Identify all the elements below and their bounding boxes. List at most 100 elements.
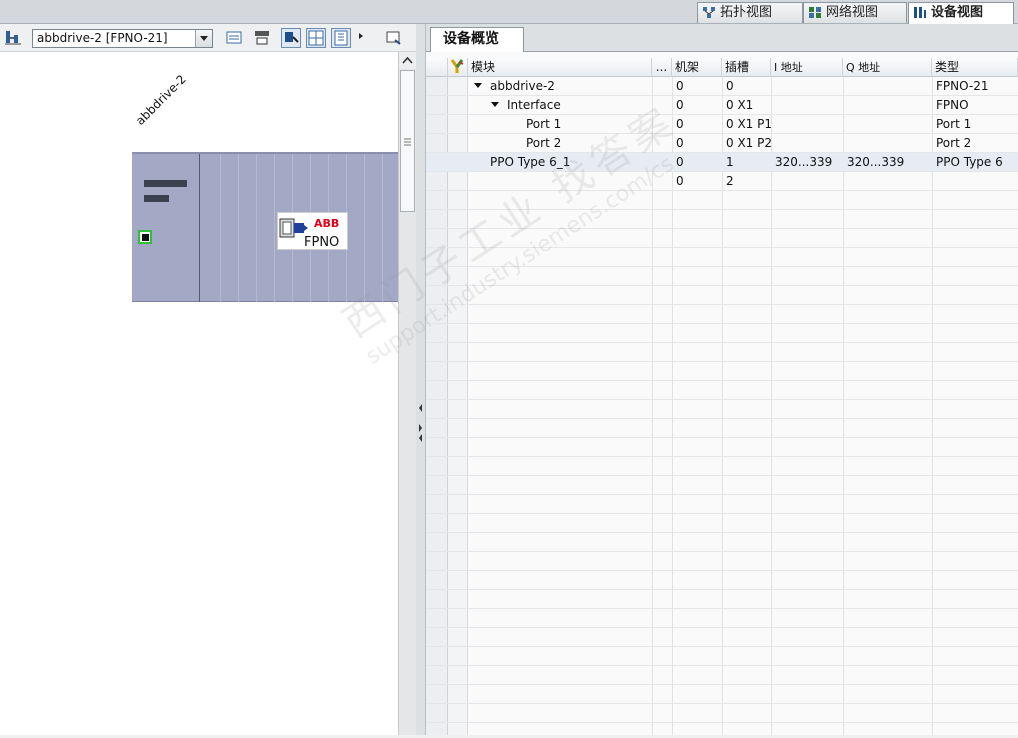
head-module[interactable] <box>132 154 200 302</box>
device-view-pane: abbdrive-2 [FPNO-21] abbdrive-2 ABB FPNO <box>0 24 416 735</box>
header-i-address[interactable]: I 地址 <box>771 58 843 77</box>
empty-row[interactable] <box>426 229 1018 248</box>
properties-icon <box>386 31 401 45</box>
empty-row[interactable] <box>426 210 1018 229</box>
table-row[interactable]: abbdrive-2 0 0 FPNO-21 <box>426 77 1018 96</box>
go-to-network-button[interactable] <box>3 28 23 48</box>
slot-divider <box>382 154 383 302</box>
header-corner[interactable] <box>426 58 448 77</box>
show-address-labels-button[interactable] <box>224 28 244 48</box>
empty-row[interactable] <box>426 609 1018 628</box>
empty-row[interactable] <box>426 495 1018 514</box>
empty-row[interactable] <box>426 324 1018 343</box>
slot-divider <box>274 154 275 302</box>
tab-device-label: 设备视图 <box>931 5 984 20</box>
tab-device-view[interactable]: 设备视图 <box>908 2 1014 24</box>
scroll-thumb[interactable] <box>400 70 415 212</box>
device-canvas[interactable]: abbdrive-2 ABB FPNO <box>0 52 398 735</box>
header-module[interactable]: 模块 <box>468 58 652 77</box>
fpno-module-tile[interactable]: ABB FPNO <box>277 212 348 250</box>
device-selector-value: abbdrive-2 [FPNO-21] <box>37 31 168 45</box>
cell-rack: 0 <box>676 155 684 169</box>
cell-q-address <box>847 77 932 96</box>
scroll-up-button[interactable] <box>399 52 416 69</box>
empty-row[interactable] <box>426 267 1018 286</box>
canvas-vertical-scrollbar[interactable] <box>398 52 416 735</box>
empty-row[interactable] <box>426 286 1018 305</box>
table-row[interactable]: 0 2 <box>426 172 1018 191</box>
empty-row[interactable] <box>426 571 1018 590</box>
table-row-selected[interactable]: PPO Type 6_1 0 1 320...339 320...339 PPO… <box>426 153 1018 172</box>
cell-rack: 0 <box>676 98 684 112</box>
expand-triangle-icon[interactable] <box>491 102 499 107</box>
empty-row[interactable] <box>426 685 1018 704</box>
empty-row[interactable] <box>426 628 1018 647</box>
cell-i-address <box>775 172 843 191</box>
header-more[interactable]: ... <box>652 58 672 77</box>
device-selector-dropdown[interactable]: abbdrive-2 [FPNO-21] <box>32 29 213 48</box>
empty-row[interactable] <box>426 647 1018 666</box>
header-q-address[interactable]: Q 地址 <box>843 58 932 77</box>
header-status[interactable] <box>448 58 468 77</box>
tab-network-label: 网络视图 <box>826 5 879 20</box>
empty-row[interactable] <box>426 514 1018 533</box>
empty-row[interactable] <box>426 419 1018 438</box>
empty-row[interactable] <box>426 362 1018 381</box>
tab-topology-view[interactable]: 拓扑视图 <box>697 2 803 23</box>
empty-row[interactable] <box>426 191 1018 210</box>
chevron-right-icon <box>359 33 363 39</box>
show-cabling-button[interactable] <box>281 28 301 48</box>
view-tab-bar: 拓扑视图 网络视图 设备视图 <box>0 0 1018 24</box>
ethernet-port-icon[interactable] <box>138 230 152 244</box>
empty-row[interactable] <box>426 533 1018 552</box>
cell-q-address <box>847 115 932 134</box>
empty-row[interactable] <box>426 381 1018 400</box>
cell-slot: 0 X1 <box>726 98 754 112</box>
empty-row[interactable] <box>426 343 1018 362</box>
device-rack[interactable]: ABB FPNO <box>132 152 398 302</box>
overview-tab-bar: 设备概览 <box>426 24 1018 52</box>
network-link-icon <box>5 31 21 45</box>
empty-row[interactable] <box>426 704 1018 723</box>
toolbar-more-button[interactable] <box>355 28 367 48</box>
cell-type: FPNO-21 <box>936 79 989 93</box>
empty-row[interactable] <box>426 305 1018 324</box>
cell-module: abbdrive-2 <box>474 77 652 96</box>
slot-divider <box>220 154 221 302</box>
pane-splitter[interactable] <box>416 24 426 735</box>
empty-row[interactable] <box>426 476 1018 495</box>
table-row[interactable]: Port 2 0 0 X1 P2 Port 2 <box>426 134 1018 153</box>
cell-module: Port 2 <box>526 136 562 150</box>
head-module-bar <box>144 180 187 187</box>
fpno-module-icon: ABB FPNO <box>279 217 339 250</box>
tab-device-overview[interactable]: 设备概览 <box>430 27 524 52</box>
empty-row[interactable] <box>426 457 1018 476</box>
cell-module: Interface <box>491 96 652 115</box>
page-view-button[interactable] <box>331 28 351 48</box>
header-slot[interactable]: 插槽 <box>722 58 771 77</box>
expand-triangle-icon[interactable] <box>474 83 482 88</box>
empty-row[interactable] <box>426 248 1018 267</box>
page-icon <box>334 30 348 46</box>
header-type[interactable]: 类型 <box>932 58 1018 77</box>
device-properties-button[interactable] <box>384 28 404 48</box>
splitter-arrows-icon <box>419 404 422 442</box>
cell-slot: 0 X1 P1 <box>726 117 771 131</box>
header-rack[interactable]: 机架 <box>672 58 722 77</box>
dropdown-arrow[interactable] <box>195 30 212 47</box>
empty-row[interactable] <box>426 400 1018 419</box>
cell-type: FPNO <box>936 98 969 112</box>
module-name: abbdrive-2 <box>490 79 555 93</box>
cabling-icon <box>285 32 299 43</box>
head-module-bar <box>144 195 169 202</box>
tab-network-view[interactable]: 网络视图 <box>803 2 907 23</box>
cell-i-address <box>775 134 843 153</box>
empty-row[interactable] <box>426 552 1018 571</box>
show-grid-button[interactable] <box>306 28 326 48</box>
empty-row[interactable] <box>426 590 1018 609</box>
empty-row[interactable] <box>426 438 1018 457</box>
table-row[interactable]: Interface 0 0 X1 FPNO <box>426 96 1018 115</box>
table-row[interactable]: Port 1 0 0 X1 P1 Port 1 <box>426 115 1018 134</box>
empty-row[interactable] <box>426 666 1018 685</box>
show-names-button[interactable] <box>252 28 272 48</box>
